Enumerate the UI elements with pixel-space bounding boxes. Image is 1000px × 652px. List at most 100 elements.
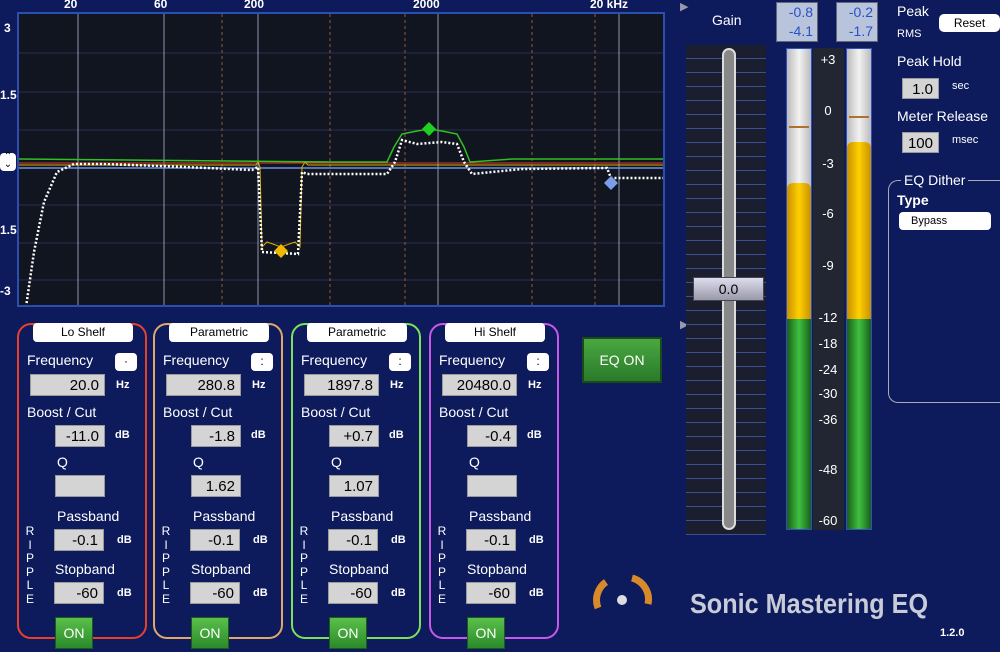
stopband-unit: dB [529,587,544,599]
stopband-label: Stopband [467,561,527,577]
passband-unit: dB [391,534,406,546]
frequency-label: Frequency [439,352,506,368]
passband-label: Passband [469,508,532,524]
left-level-meter [786,48,812,530]
stopband-unit: dB [117,587,132,599]
stopband-label: Stopband [55,561,115,577]
meter-scale-label: -3 [822,156,834,171]
band-panel: Parametric Frequency : 1897.8 Hz Boost /… [291,323,421,649]
freq-label: 2000 [413,0,440,11]
passband-field[interactable]: -0.1 [54,529,104,551]
band-type-select[interactable]: Parametric [307,323,407,342]
eq-curves [18,14,667,309]
meter-scale-label: 0 [824,103,832,118]
passband-field[interactable]: -0.1 [190,529,240,551]
parametric-2-curve [18,128,667,163]
gain-value-field[interactable]: 0.0 [693,277,764,301]
boost-cut-unit: dB [251,429,266,441]
band-panel: Hi Shelf Frequency : 20480.0 Hz Boost / … [429,323,559,649]
stopband-field[interactable]: -60 [328,582,378,604]
meter-release-unit: msec [952,134,979,146]
passband-label: Passband [193,508,256,524]
q-field[interactable]: 1.07 [329,475,379,497]
eq-dither-title: EQ Dither [901,172,969,188]
boost-cut-field[interactable]: -1.8 [191,425,241,447]
band-on-button[interactable]: ON [467,617,505,649]
frequency-field[interactable]: 280.8 [166,374,241,396]
ripple-label: RIPPLE [25,524,35,606]
q-label: Q [469,454,480,470]
freq-label: 20 kHz [590,0,629,11]
passband-field[interactable]: -0.1 [466,529,516,551]
band-2-handle [274,244,288,258]
boost-cut-field[interactable]: +0.7 [329,425,379,447]
boost-cut-label: Boost / Cut [439,404,509,420]
stopband-field[interactable]: -60 [466,582,516,604]
frequency-label: Frequency [27,352,94,368]
eq-on-button[interactable]: EQ ON [582,337,662,383]
ripple-label: RIPPLE [437,524,447,606]
ripple-label: RIPPLE [161,524,171,606]
frequency-mode-select[interactable]: · [115,353,137,371]
q-field[interactable] [55,475,105,497]
band-type-select[interactable]: Lo Shelf [33,323,133,342]
frequency-unit: Hz [252,379,266,391]
meter-scale: +3 0 -3 -6 -9 -12 -18 -24 -30 -36 -48 -60 [813,48,844,530]
stopband-field[interactable]: -60 [54,582,104,604]
q-field[interactable]: 1.62 [191,475,241,497]
right-level-meter [846,48,872,530]
gain-label: Gain [712,12,742,28]
boost-cut-field[interactable]: -11.0 [55,425,105,447]
frequency-field[interactable]: 1897.8 [304,374,379,396]
boost-cut-label: Boost / Cut [27,404,97,420]
meter-scale-label: -24 [818,362,838,377]
frequency-unit: Hz [528,379,542,391]
q-label: Q [193,454,204,470]
meter-release-field[interactable]: 100 [902,132,939,153]
right-meter-readout: -0.2 -1.7 [836,2,878,42]
stopband-unit: dB [253,587,268,599]
eq-response-graph[interactable] [17,12,667,309]
q-field[interactable] [467,475,517,497]
passband-unit: dB [253,534,268,546]
stopband-field[interactable]: -60 [190,582,240,604]
frequency-field[interactable]: 20480.0 [442,374,517,396]
band-on-button[interactable]: ON [191,617,229,649]
boost-cut-field[interactable]: -0.4 [467,425,517,447]
freq-label: 60 [154,0,168,11]
band-on-button[interactable]: ON [55,617,93,649]
scale-stepper[interactable]: ⌃ ⌄ [0,152,16,171]
peak-hold-unit: sec [952,80,970,92]
peak-label: Peak [897,3,929,19]
band-type-select[interactable]: Parametric [169,323,269,342]
q-label: Q [57,454,68,470]
db-label: 1.5 [0,88,17,102]
passband-label: Passband [331,508,394,524]
q-label: Q [331,454,342,470]
frequency-field[interactable]: 20.0 [30,374,105,396]
version-label: 1.2.0 [940,627,965,639]
boost-cut-unit: dB [389,429,404,441]
passband-field[interactable]: -0.1 [328,529,378,551]
frequency-unit: Hz [390,379,404,391]
peak-hold-field[interactable]: 1.0 [902,78,939,99]
band-on-button[interactable]: ON [329,617,367,649]
band-type-select[interactable]: Hi Shelf [445,323,545,342]
meter-scale-label: -18 [818,336,838,351]
frequency-unit: Hz [116,379,130,391]
band-panel: Lo Shelf Frequency · 20.0 Hz Boost / Cut… [17,323,147,649]
passband-unit: dB [529,534,544,546]
db-label: 1.5 [0,223,17,237]
frequency-mode-select[interactable]: : [527,353,549,371]
meter-scale-label: -30 [818,386,838,401]
frequency-mode-select[interactable]: : [251,353,273,371]
band-panel: Parametric Frequency : 280.8 Hz Boost / … [153,323,283,649]
meter-release-label: Meter Release [897,108,989,124]
meter-scale-label: -12 [818,310,838,325]
dither-type-select[interactable]: Bypass [899,212,991,230]
brand-name: Sonic Mastering EQ [690,588,929,619]
arrow-right-icon: ▶ [680,1,689,13]
frequency-mode-select[interactable]: : [389,353,411,371]
reset-button[interactable]: Reset [939,14,1000,32]
freq-label: 20 [64,0,78,11]
